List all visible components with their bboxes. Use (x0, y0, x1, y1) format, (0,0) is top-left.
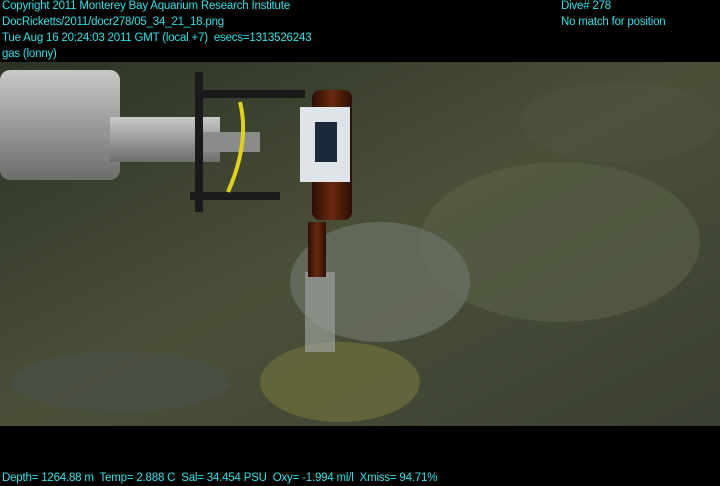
gas-hole (305, 272, 335, 352)
copyright-text: Copyright 2011 Monterey Bay Aquarium Res… (2, 0, 290, 12)
rock (520, 82, 720, 162)
dive-number-text: Dive# 278 (561, 0, 611, 12)
seafloor-video-frame (0, 62, 720, 426)
file-path-text: DocRicketts/2011/docr278/05_34_21_18.png (2, 16, 224, 28)
timestamp-text: Tue Aug 16 20:24:03 2011 GMT (local +7) … (2, 32, 312, 44)
rock (260, 342, 420, 422)
rock (10, 352, 230, 412)
telemetry-text: Depth= 1264.88 m Temp= 2.888 C Sal= 34.4… (2, 472, 438, 484)
camera-text: gas (lonny) (2, 48, 57, 60)
position-status-text: No match for position (561, 16, 666, 28)
